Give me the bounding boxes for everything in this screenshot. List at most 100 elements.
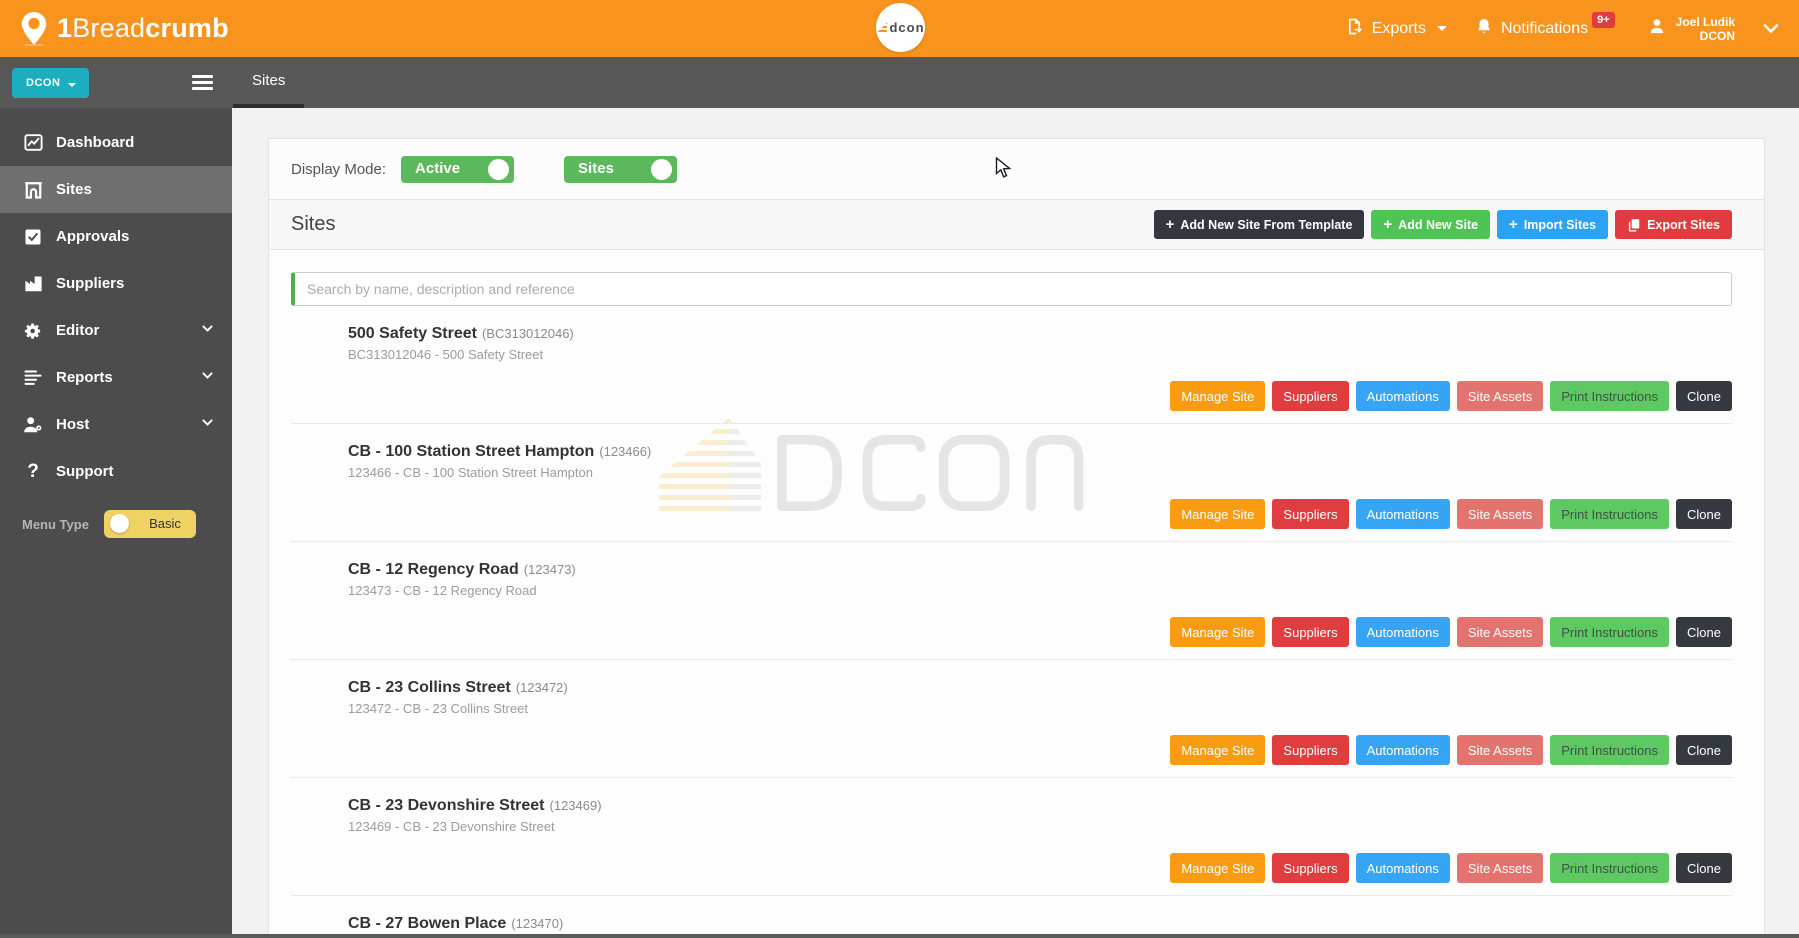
brand-suffix: crumb	[145, 13, 229, 43]
sidebar-item-sites[interactable]: Sites	[0, 166, 232, 213]
sidebar-item-label: Editor	[56, 322, 99, 339]
action-button-site-assets[interactable]: Site Assets	[1457, 617, 1543, 647]
export-file-icon	[1345, 17, 1364, 41]
action-button-automations[interactable]: Automations	[1356, 735, 1450, 765]
action-button-print-instructions[interactable]: Print Instructions	[1550, 381, 1669, 411]
site-subtitle: 123472 - CB - 23 Collins Street	[348, 701, 1732, 716]
add-new-site-button[interactable]: + Add New Site	[1371, 210, 1490, 239]
action-button-suppliers[interactable]: Suppliers	[1272, 499, 1348, 529]
toggle-sites-label: Sites	[578, 160, 614, 177]
action-button-print-instructions[interactable]: Print Instructions	[1550, 853, 1669, 883]
site-actions: Manage SiteSuppliers AutomationsSite Asse…	[1170, 617, 1732, 647]
hamburger-menu-icon[interactable]	[192, 75, 213, 93]
site-reference: (123466)	[599, 444, 651, 459]
site-row: CB - 27 Bowen Place(123470) Manage SiteS…	[291, 896, 1732, 938]
action-button-site-assets[interactable]: Site Assets	[1457, 853, 1543, 883]
tab-bar: DCON Sites	[0, 57, 1799, 108]
action-button-clone[interactable]: Clone	[1676, 617, 1732, 647]
bell-icon	[1475, 17, 1493, 41]
menu-type-label: Menu Type	[22, 517, 89, 532]
action-button-clone[interactable]: Clone	[1676, 853, 1732, 883]
plus-icon: +	[1383, 217, 1392, 232]
sites-section-header: Sites + Add New Site From Template + Add…	[269, 200, 1764, 250]
section-title: Sites	[291, 213, 335, 236]
org-selector-button[interactable]: DCON	[12, 68, 89, 98]
site-reference: (123473)	[524, 562, 576, 577]
host-icon	[22, 415, 44, 435]
action-button-print-instructions[interactable]: Print Instructions	[1550, 617, 1669, 647]
action-button-clone[interactable]: Clone	[1676, 735, 1732, 765]
menu-type-toggle-knob	[110, 514, 129, 533]
dcon-logo-badge: dcon	[876, 3, 925, 52]
action-button-automations[interactable]: Automations	[1356, 853, 1450, 883]
sidebar-item-host[interactable]: Host	[0, 401, 232, 448]
toggle-active[interactable]: Active	[401, 156, 514, 183]
action-button-manage-site[interactable]: Manage Site	[1170, 853, 1265, 883]
action-button-automations[interactable]: Automations	[1356, 617, 1450, 647]
export-sites-button[interactable]: Export Sites	[1615, 210, 1732, 239]
action-button-manage-site[interactable]: Manage Site	[1170, 735, 1265, 765]
site-actions: Manage SiteSuppliers AutomationsSite Asse…	[1170, 499, 1732, 529]
add-new-site-from-template-button[interactable]: + Add New Site From Template	[1154, 210, 1365, 239]
site-row: 500 Safety Street(BC313012046) BC3130120…	[291, 306, 1732, 424]
caret-down-icon	[1437, 26, 1447, 31]
notifications-menu[interactable]: Notifications 9+	[1475, 17, 1619, 41]
app-root: 1Breadcrumb dcon Exports Notifications 9…	[0, 0, 1799, 938]
sidebar-item-label: Suppliers	[56, 275, 124, 292]
user-menu[interactable]: Joel Ludik DCON	[1647, 15, 1735, 43]
site-subtitle: 123469 - CB - 23 Devonshire Street	[348, 819, 1732, 834]
action-button-suppliers[interactable]: Suppliers	[1272, 617, 1348, 647]
menu-type-row: Menu Type Basic	[0, 510, 232, 538]
site-row: CB - 12 Regency Road(123473) 123473 - CB…	[291, 542, 1732, 660]
action-button-clone[interactable]: Clone	[1676, 381, 1732, 411]
site-reference: (123472)	[516, 680, 568, 695]
action-button-clone[interactable]: Clone	[1676, 499, 1732, 529]
action-button-print-instructions[interactable]: Print Instructions	[1550, 499, 1669, 529]
action-button-site-assets[interactable]: Site Assets	[1457, 381, 1543, 411]
sidebar: Dashboard Sites Approvals Suppliers Edit…	[0, 108, 232, 938]
action-button-automations[interactable]: Automations	[1356, 499, 1450, 529]
action-button-manage-site[interactable]: Manage Site	[1170, 381, 1265, 411]
sidebar-item-suppliers[interactable]: Suppliers	[0, 260, 232, 307]
copy-icon	[1627, 218, 1641, 232]
plus-icon: +	[1166, 217, 1175, 232]
site-name: CB - 23 Collins Street	[348, 679, 511, 696]
sidebar-item-approvals[interactable]: Approvals	[0, 213, 232, 260]
suppliers-icon	[22, 274, 44, 294]
chevron-down-icon	[201, 416, 214, 433]
header-actions: Exports Notifications 9+ Joel Ludik DCON	[1345, 15, 1779, 43]
user-identity: Joel Ludik DCON	[1676, 15, 1735, 43]
brand-mid: Bread	[72, 13, 145, 43]
action-button-suppliers[interactable]: Suppliers	[1272, 381, 1348, 411]
site-reference: (123470)	[511, 916, 563, 931]
site-name: 500 Safety Street	[348, 325, 477, 342]
action-button-manage-site[interactable]: Manage Site	[1170, 617, 1265, 647]
action-button-manage-site[interactable]: Manage Site	[1170, 499, 1265, 529]
menu-type-toggle[interactable]: Basic	[104, 510, 196, 538]
exports-label: Exports	[1372, 20, 1426, 38]
dcon-mini-logo-icon	[876, 22, 887, 33]
chevron-down-icon	[201, 322, 214, 339]
chevron-down-icon[interactable]	[1763, 23, 1779, 35]
search-input[interactable]	[291, 272, 1732, 306]
sidebar-item-dashboard[interactable]: Dashboard	[0, 119, 232, 166]
toggle-sites[interactable]: Sites	[564, 156, 677, 183]
tab-sites[interactable]: Sites	[233, 57, 304, 108]
sidebar-item-label: Host	[56, 416, 89, 433]
action-button-print-instructions[interactable]: Print Instructions	[1550, 735, 1669, 765]
brand-logo[interactable]: 1Breadcrumb	[20, 12, 229, 46]
sidebar-item-editor[interactable]: Editor	[0, 307, 232, 354]
action-button-site-assets[interactable]: Site Assets	[1457, 735, 1543, 765]
action-button-site-assets[interactable]: Site Assets	[1457, 499, 1543, 529]
action-button-automations[interactable]: Automations	[1356, 381, 1450, 411]
notifications-label: Notifications	[1501, 20, 1588, 38]
brand-prefix: 1	[57, 13, 72, 43]
action-button-suppliers[interactable]: Suppliers	[1272, 735, 1348, 765]
exports-menu[interactable]: Exports	[1345, 17, 1447, 41]
user-name: Joel Ludik	[1676, 15, 1735, 29]
import-sites-button[interactable]: + Import Sites	[1497, 210, 1608, 239]
site-actions: Manage SiteSuppliers AutomationsSite Asse…	[1170, 853, 1732, 883]
action-button-suppliers[interactable]: Suppliers	[1272, 853, 1348, 883]
sidebar-item-support[interactable]: ? Support	[0, 448, 232, 495]
sidebar-item-reports[interactable]: Reports	[0, 354, 232, 401]
